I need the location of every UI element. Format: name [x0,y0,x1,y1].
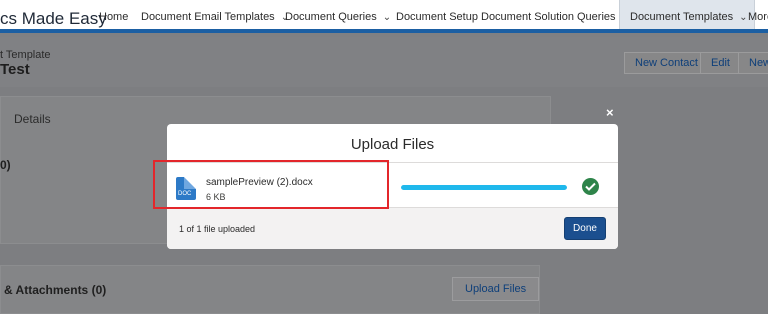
nav-item-document-setup[interactable]: Document Setup [396,11,478,23]
record-title: Test [0,61,30,78]
nav-item-home[interactable]: Home [99,11,128,23]
modal-title: Upload Files [350,136,435,153]
close-icon[interactable]: × [606,105,614,120]
modal-footer: 1 of 1 file uploaded Done [167,207,618,249]
upload-status-text: 1 of 1 file uploaded [179,224,256,234]
nav-item-label: Document Solution Queries [481,11,616,23]
object-label: t Template [0,49,51,61]
nav-item-label: Document Email Templates [141,11,275,23]
check-circle-icon [582,178,599,195]
attachments-heading: & Attachments (0) [4,283,107,297]
new-contact-button[interactable]: New Contact [624,52,709,74]
nav-item-document-email-templates[interactable]: Document Email Templates ⌄ [141,11,289,23]
nav-item-label: Document Templates [630,11,734,23]
nav-item-label: Document Queries [285,11,377,23]
chevron-down-icon[interactable]: ⌄ [739,12,747,23]
nav-item-document-solution-queries[interactable]: Document Solution Queries⌄ [481,11,630,23]
upload-progress-fill [401,185,567,190]
nav-item-label: Home [99,11,129,23]
modal-header: Upload Files [167,124,618,163]
global-nav-bar: cs Made Easy Home Document Email Templat… [0,0,768,33]
nav-item-label: Document Setup [396,11,478,23]
app-name: cs Made Easy [0,9,107,28]
related-list-count: 0) [0,158,11,172]
chevron-down-icon[interactable]: ⌄ [383,12,391,23]
done-button[interactable]: Done [564,217,606,240]
new-button[interactable]: New [738,52,768,74]
tab-details[interactable]: Details [14,112,51,126]
upload-progress-bar [401,185,567,190]
nav-item-document-queries[interactable]: Document Queries ⌄ [285,11,391,23]
nav-item-document-templates[interactable]: Document Templates ⌄ [619,0,755,29]
nav-item-more[interactable]: More [748,11,768,23]
upload-files-button[interactable]: Upload Files [452,277,540,301]
nav-item-label: More [748,11,768,23]
highlight-box [153,160,389,209]
edit-button[interactable]: Edit [700,52,741,74]
